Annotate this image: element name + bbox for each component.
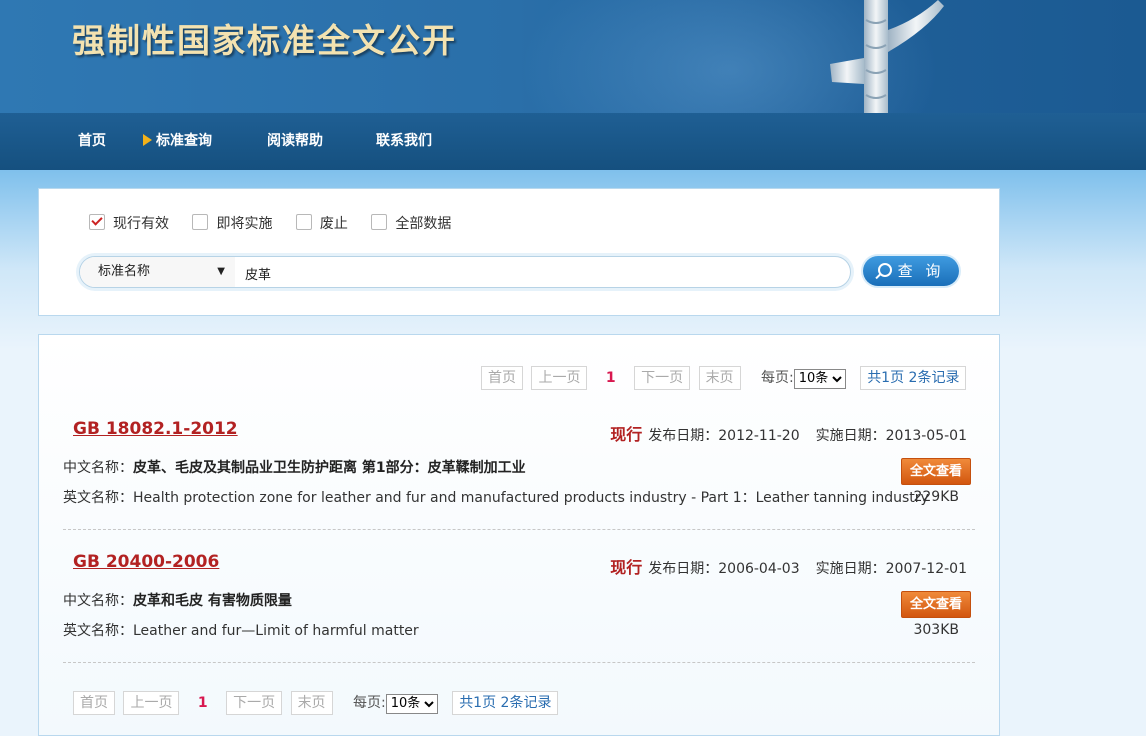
record-divider xyxy=(63,529,975,530)
page-next-button[interactable]: 下一页 xyxy=(226,691,283,715)
filter-label: 即将实施 xyxy=(216,216,273,232)
checkbox-icon[interactable] xyxy=(192,214,209,230)
nav-item-reading-help[interactable]: 阅读帮助 xyxy=(267,113,323,170)
per-page-select[interactable]: 10条 xyxy=(385,693,438,714)
status-badge: 现行 xyxy=(610,425,643,444)
nav-item-label: 阅读帮助 xyxy=(267,133,323,149)
status-badge: 现行 xyxy=(610,558,643,577)
checkbox-icon[interactable] xyxy=(295,214,312,230)
page-last-button[interactable]: 末页 xyxy=(698,366,741,390)
search-field-value: 标准名称 xyxy=(98,264,151,279)
per-page-select[interactable]: 10条 xyxy=(793,368,846,389)
nav-item-label: 标准查询 xyxy=(156,133,212,149)
search-box: 标准名称 ▼ xyxy=(79,256,851,288)
en-name-label: 英文名称： xyxy=(63,623,133,639)
search-panel: 现行有效 即将实施 废止 全部数据 标准名称 ▼ 查 询 xyxy=(38,188,1000,316)
en-name: Health protection zone for leather and f… xyxy=(133,490,929,506)
nav-item-label: 联系我们 xyxy=(376,133,432,149)
page-prev-button[interactable]: 上一页 xyxy=(123,691,180,715)
record-divider xyxy=(63,662,975,663)
page-first-button[interactable]: 首页 xyxy=(481,366,523,390)
per-page-label: 每页: xyxy=(353,695,386,711)
page-first-button[interactable]: 首页 xyxy=(73,691,115,715)
filter-label: 现行有效 xyxy=(113,216,169,232)
implement-date: 2007-12-01 xyxy=(885,561,967,577)
search-input[interactable] xyxy=(243,260,827,286)
publish-date-label: 发布日期： xyxy=(648,428,719,444)
checkbox-checked-icon[interactable] xyxy=(89,214,105,230)
per-page-label: 每页: xyxy=(761,370,794,386)
cn-name-line: 中文名称：皮革和毛皮 有害物质限量 xyxy=(63,590,292,610)
standard-code-link[interactable]: GB 20400-2006 xyxy=(73,552,219,572)
cn-name-line: 中文名称：皮革、毛皮及其制品业卫生防护距离 第1部分：皮革鞣制加工业 xyxy=(63,457,526,477)
publish-date: 2006-04-03 xyxy=(718,561,800,577)
filter-label: 废止 xyxy=(319,216,348,232)
nav-item-contact[interactable]: 联系我们 xyxy=(376,113,432,170)
filter-all[interactable]: 全部数据 xyxy=(371,213,451,233)
filter-label: 全部数据 xyxy=(395,216,452,232)
view-fulltext-button[interactable]: 全文查看 xyxy=(901,458,971,485)
page-current: 1 xyxy=(197,695,208,711)
nav-item-label: 首页 xyxy=(78,133,106,149)
standard-code-link[interactable]: GB 18082.1-2012 xyxy=(73,419,238,439)
page-last-button[interactable]: 末页 xyxy=(290,691,333,715)
cn-name: 皮革、毛皮及其制品业卫生防护距离 第1部分：皮革鞣制加工业 xyxy=(133,460,526,476)
page-current: 1 xyxy=(605,370,616,386)
dropdown-caret-icon: ▼ xyxy=(217,266,225,277)
en-name-line: 英文名称：Leather and fur—Limit of harmful ma… xyxy=(63,620,419,640)
pagination-bottom: 首页 上一页 1 下一页 末页 每页: 10条 共1页 2条记录 xyxy=(73,691,559,715)
filter-abolished[interactable]: 废止 xyxy=(295,213,348,233)
nav-item-standard-query[interactable]: 标准查询 xyxy=(143,113,212,170)
record-meta: 现行 发布日期：2012-11-20 实施日期：2013-05-01 xyxy=(610,421,967,445)
file-size: 303KB xyxy=(913,622,959,638)
file-size: 229KB xyxy=(913,489,959,505)
nav-item-home[interactable]: 首页 xyxy=(78,113,106,170)
implement-date-label: 实施日期： xyxy=(815,428,886,444)
filter-upcoming[interactable]: 即将实施 xyxy=(192,213,272,233)
en-name-label: 英文名称： xyxy=(63,490,133,506)
query-button[interactable]: 查 询 xyxy=(863,256,959,286)
main-nav: 首页 标准查询 阅读帮助 联系我们 xyxy=(0,113,1146,170)
query-button-label: 查 询 xyxy=(897,262,945,280)
active-arrow-icon xyxy=(143,134,152,146)
page-summary[interactable]: 共1页 2条记录 xyxy=(452,691,559,715)
record-meta: 现行 发布日期：2006-04-03 实施日期：2007-12-01 xyxy=(610,554,967,578)
header-banner: 强制性国家标准全文公开 xyxy=(0,0,1146,113)
page-next-button[interactable]: 下一页 xyxy=(634,366,691,390)
page-summary[interactable]: 共1页 2条记录 xyxy=(860,366,967,390)
implement-date: 2013-05-01 xyxy=(885,428,967,444)
cn-name-label: 中文名称： xyxy=(63,593,133,609)
checkbox-icon[interactable] xyxy=(371,214,388,230)
status-filters: 现行有效 即将实施 废止 全部数据 xyxy=(89,213,470,233)
filter-current[interactable]: 现行有效 xyxy=(89,213,169,233)
publish-date: 2012-11-20 xyxy=(718,428,800,444)
cn-name: 皮革和毛皮 有害物质限量 xyxy=(133,593,292,609)
pagination-top: 首页 上一页 1 下一页 末页 每页: 10条 共1页 2条记录 xyxy=(481,366,967,390)
site-title: 强制性国家标准全文公开 xyxy=(72,21,457,60)
page-prev-button[interactable]: 上一页 xyxy=(531,366,588,390)
en-name-line: 英文名称：Health protection zone for leather … xyxy=(63,487,929,507)
results-panel: 首页 上一页 1 下一页 末页 每页: 10条 共1页 2条记录 GB 18082… xyxy=(38,334,1000,736)
view-fulltext-button[interactable]: 全文查看 xyxy=(901,591,971,618)
magnifier-icon xyxy=(877,263,892,277)
publish-date-label: 发布日期： xyxy=(648,561,719,577)
cn-name-label: 中文名称： xyxy=(63,460,133,476)
search-field-select[interactable]: 标准名称 ▼ xyxy=(80,257,235,287)
en-name: Leather and fur—Limit of harmful matter xyxy=(133,623,419,639)
implement-date-label: 实施日期： xyxy=(815,561,886,577)
huabiao-pillar-icon xyxy=(830,0,944,113)
